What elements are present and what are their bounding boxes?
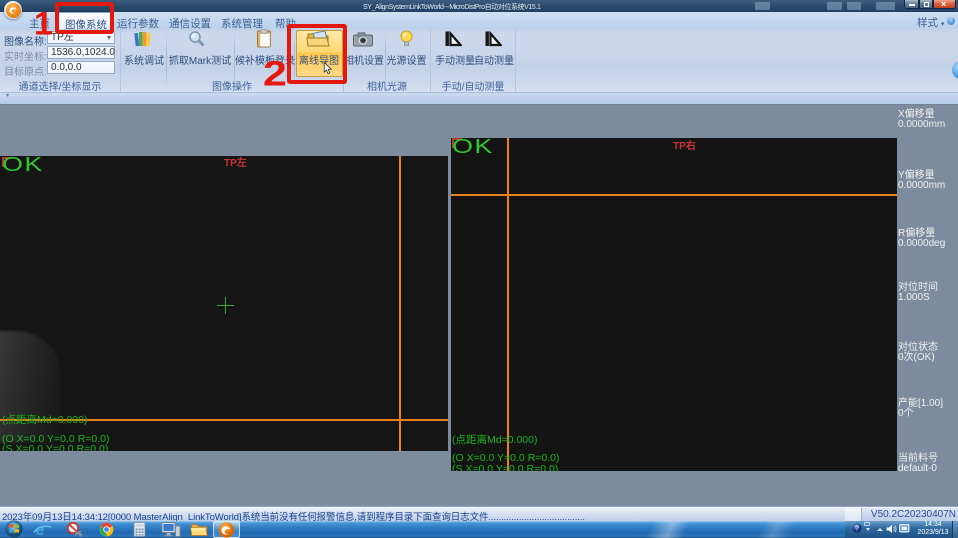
svg-text:?: ? [855,526,859,533]
